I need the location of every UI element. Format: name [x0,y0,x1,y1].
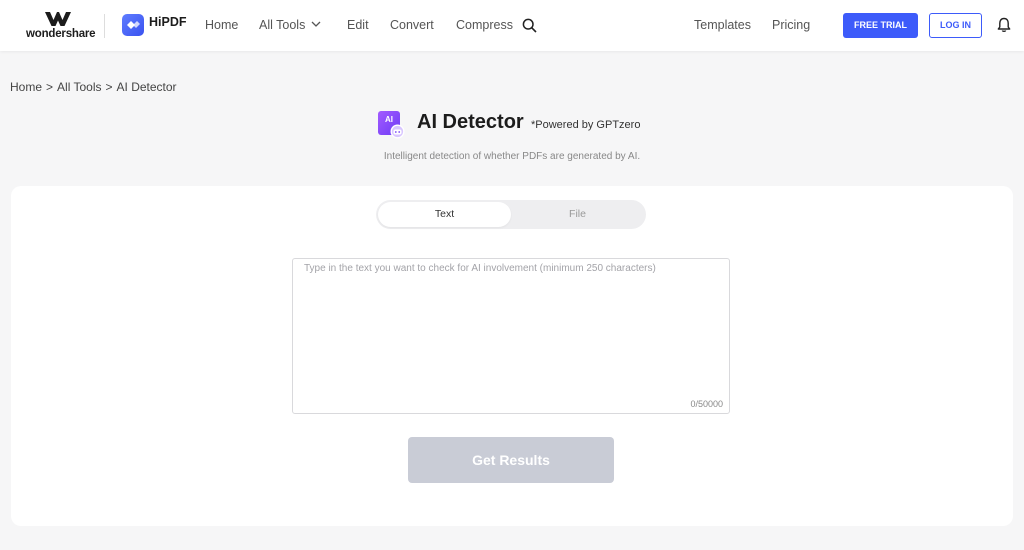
tab-file[interactable]: File [511,202,644,227]
nav-pricing[interactable]: Pricing [772,18,810,32]
nav-all-tools[interactable]: All Tools [259,18,321,32]
text-input-box: 0/50000 [292,258,730,414]
get-results-button[interactable]: Get Results [408,437,614,483]
input-mode-tabs: Text File [376,200,646,229]
bell-icon[interactable] [997,17,1011,33]
nav-templates[interactable]: Templates [694,18,751,32]
breadcrumb-all-tools[interactable]: All Tools [57,80,101,94]
wondershare-logo[interactable]: wondershare [26,12,96,40]
breadcrumb-separator: > [46,80,54,94]
tab-text[interactable]: Text [378,202,511,227]
page-title: AI Detector [417,111,524,133]
breadcrumb: Home > All Tools > AI Detector [10,80,177,94]
text-input[interactable] [293,259,729,413]
hipdf-logo-icon [122,14,144,36]
wondershare-wordmark: wondershare [26,28,96,40]
nav-compress[interactable]: Compress [456,18,513,32]
character-counter: 0/50000 [690,399,723,409]
search-icon[interactable] [522,18,537,33]
ai-icon-label: AI [385,115,393,124]
powered-by-label: *Powered by GPTzero [531,119,641,131]
login-button[interactable]: LOG IN [929,13,982,38]
page-subtitle: Intelligent detection of whether PDFs ar… [383,151,641,162]
hipdf-logo[interactable]: HiPDF [122,14,187,38]
breadcrumb-home[interactable]: Home [10,80,42,94]
hipdf-wordmark: HiPDF [149,15,187,29]
wondershare-mark-icon [45,12,71,26]
breadcrumb-separator: > [105,80,113,94]
nav-home[interactable]: Home [205,18,238,32]
nav-edit[interactable]: Edit [347,18,369,32]
nav-convert[interactable]: Convert [390,18,434,32]
header-divider [104,14,105,38]
chevron-down-icon [311,21,321,27]
top-header: wondershare HiPDF Home All Tools Edit Co… [0,0,1024,51]
breadcrumb-current: AI Detector [116,80,177,94]
free-trial-button[interactable]: FREE TRIAL [843,13,918,38]
nav-all-tools-label: All Tools [259,18,306,32]
ai-detector-icon: AI [378,111,405,139]
